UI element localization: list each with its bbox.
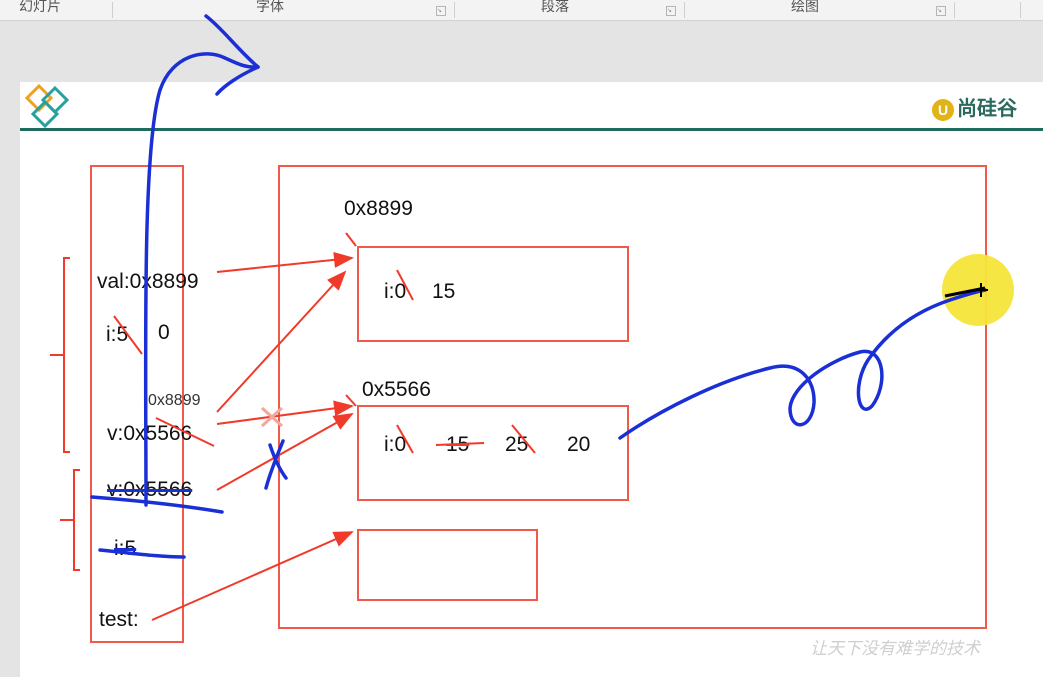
return-arrow-stroke: [143, 52, 260, 507]
popped-underline: [90, 495, 224, 514]
ref-arrow-test: [151, 531, 354, 621]
ref-arrow-v: [216, 400, 354, 425]
cursor-crosshair-icon: [974, 283, 988, 297]
ref-arrow-val: [216, 251, 354, 273]
sub-frame-bracket: [73, 469, 80, 571]
method-frame-bracket: [63, 257, 70, 453]
scribble-loop: [618, 288, 987, 440]
ref-arrow-v-old: [216, 270, 347, 413]
annotation-overlay: [50, 14, 988, 621]
